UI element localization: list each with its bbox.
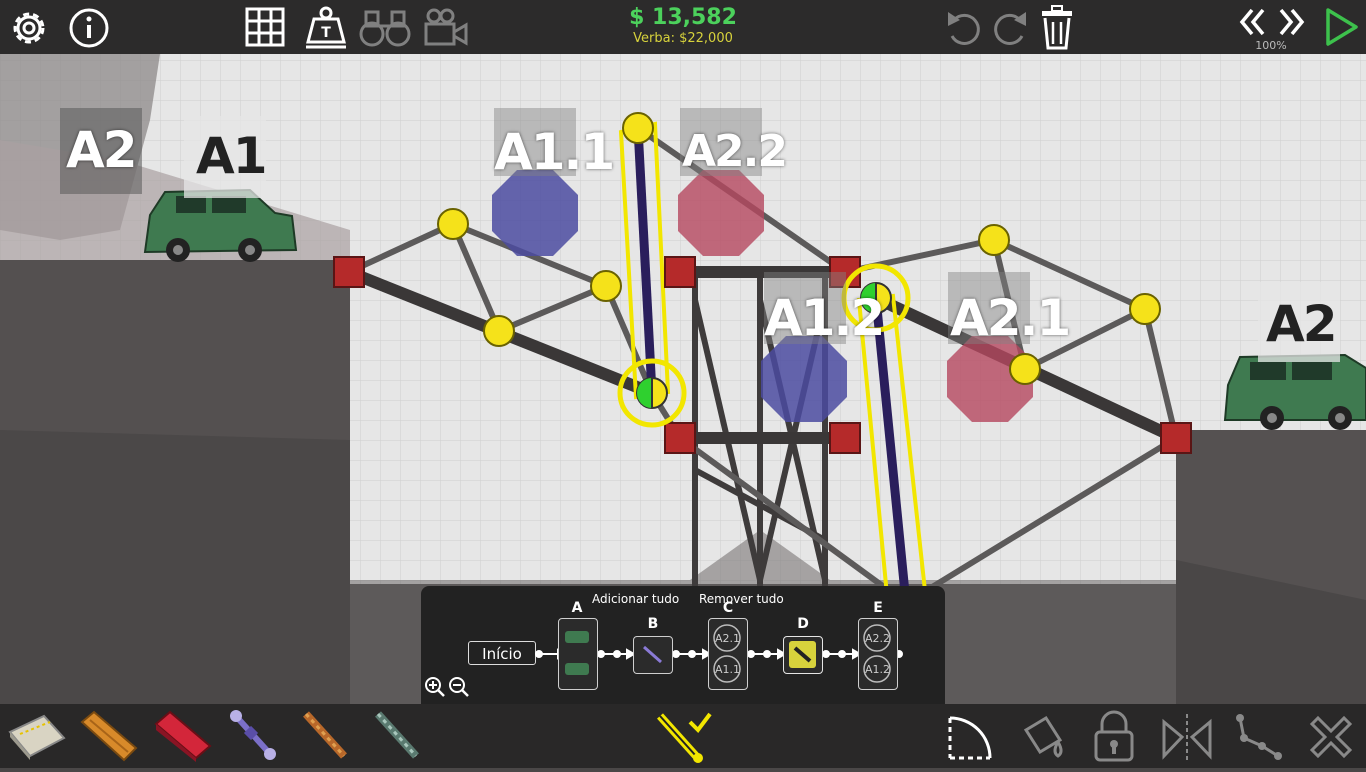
zoom-out-icon[interactable] — [448, 676, 470, 698]
road-material-icon[interactable] — [6, 710, 66, 762]
anchor-point[interactable] — [664, 256, 696, 288]
trash-icon[interactable] — [1038, 4, 1076, 50]
budget-display: $ 13,582 Verba: $22,000 — [583, 5, 783, 47]
label-right-a2: A2 — [1266, 295, 1337, 353]
money-remaining: $ 13,582 — [629, 5, 737, 30]
joint[interactable] — [483, 315, 515, 347]
wood-material-icon[interactable] — [78, 708, 138, 762]
zoom-in-icon[interactable] — [424, 676, 446, 698]
camera-icon — [422, 6, 470, 48]
step-e-item-1: A2.2 — [865, 632, 891, 645]
svg-text:T: T — [321, 25, 331, 41]
mirror-icon — [1160, 712, 1214, 762]
checkpoint-a2-2-shape — [678, 170, 764, 256]
undo-icon — [944, 6, 984, 48]
steel-material-icon[interactable] — [152, 708, 212, 762]
hydraulic-material-icon[interactable] — [226, 708, 280, 762]
paint-icon — [1018, 712, 1068, 762]
step-e-box[interactable] — [858, 618, 898, 690]
binoculars-icon — [358, 6, 412, 48]
hydraulics-timeline-panel: Adicionar tudo Remover tudo A B C D E In… — [421, 586, 945, 704]
path-icon — [1234, 712, 1284, 762]
label-a2-1: A2.1 — [950, 289, 1071, 347]
joint[interactable] — [1129, 293, 1161, 325]
cable-material-icon[interactable] — [370, 708, 424, 762]
step-d-box[interactable] — [783, 636, 823, 674]
label-left-a1: A1 — [196, 127, 267, 185]
arc-tool-icon[interactable] — [946, 712, 994, 762]
settings-gear-icon[interactable] — [7, 6, 51, 50]
step-b-box[interactable] — [633, 636, 673, 674]
simulation-speed: 100% — [1255, 39, 1287, 52]
step-c-box[interactable] — [708, 618, 748, 690]
rewind-icon[interactable] — [1236, 6, 1268, 38]
anchor-point[interactable] — [829, 422, 861, 454]
label-left-a2: A2 — [66, 121, 137, 179]
anchor-point[interactable] — [333, 256, 365, 288]
budget-limit: Verba: $22,000 — [633, 31, 733, 46]
lock-icon — [1092, 710, 1136, 764]
rope-material-icon[interactable] — [298, 708, 352, 762]
grid-icon[interactable] — [244, 6, 286, 48]
redo-icon — [990, 6, 1030, 48]
joint[interactable] — [1009, 353, 1041, 385]
joint[interactable] — [437, 208, 469, 240]
checkpoint-a1-1-shape — [492, 170, 578, 256]
play-icon[interactable] — [1322, 6, 1360, 48]
hydraulic-controller-icon[interactable] — [652, 708, 714, 764]
label-a2-2: A2.2 — [682, 126, 788, 177]
fast-forward-icon[interactable] — [1276, 6, 1308, 38]
checkpoint-a1-2-shape — [761, 336, 847, 422]
joint[interactable] — [622, 112, 654, 144]
weight-icon[interactable]: T — [304, 4, 348, 50]
step-c-item-1: A2.1 — [715, 632, 741, 645]
anchor-point[interactable] — [664, 422, 696, 454]
label-a1-2: A1.2 — [764, 289, 885, 347]
anchor-point[interactable] — [1160, 422, 1192, 454]
joint[interactable] — [590, 270, 622, 302]
step-a-box[interactable] — [558, 618, 598, 690]
delete-icon — [1308, 714, 1354, 760]
label-a1-1: A1.1 — [494, 123, 615, 181]
step-e-item-2: A1.2 — [865, 663, 891, 676]
car-right — [1223, 353, 1366, 430]
step-c-item-2: A1.1 — [715, 663, 741, 676]
joint[interactable] — [978, 224, 1010, 256]
info-icon[interactable] — [67, 6, 111, 50]
